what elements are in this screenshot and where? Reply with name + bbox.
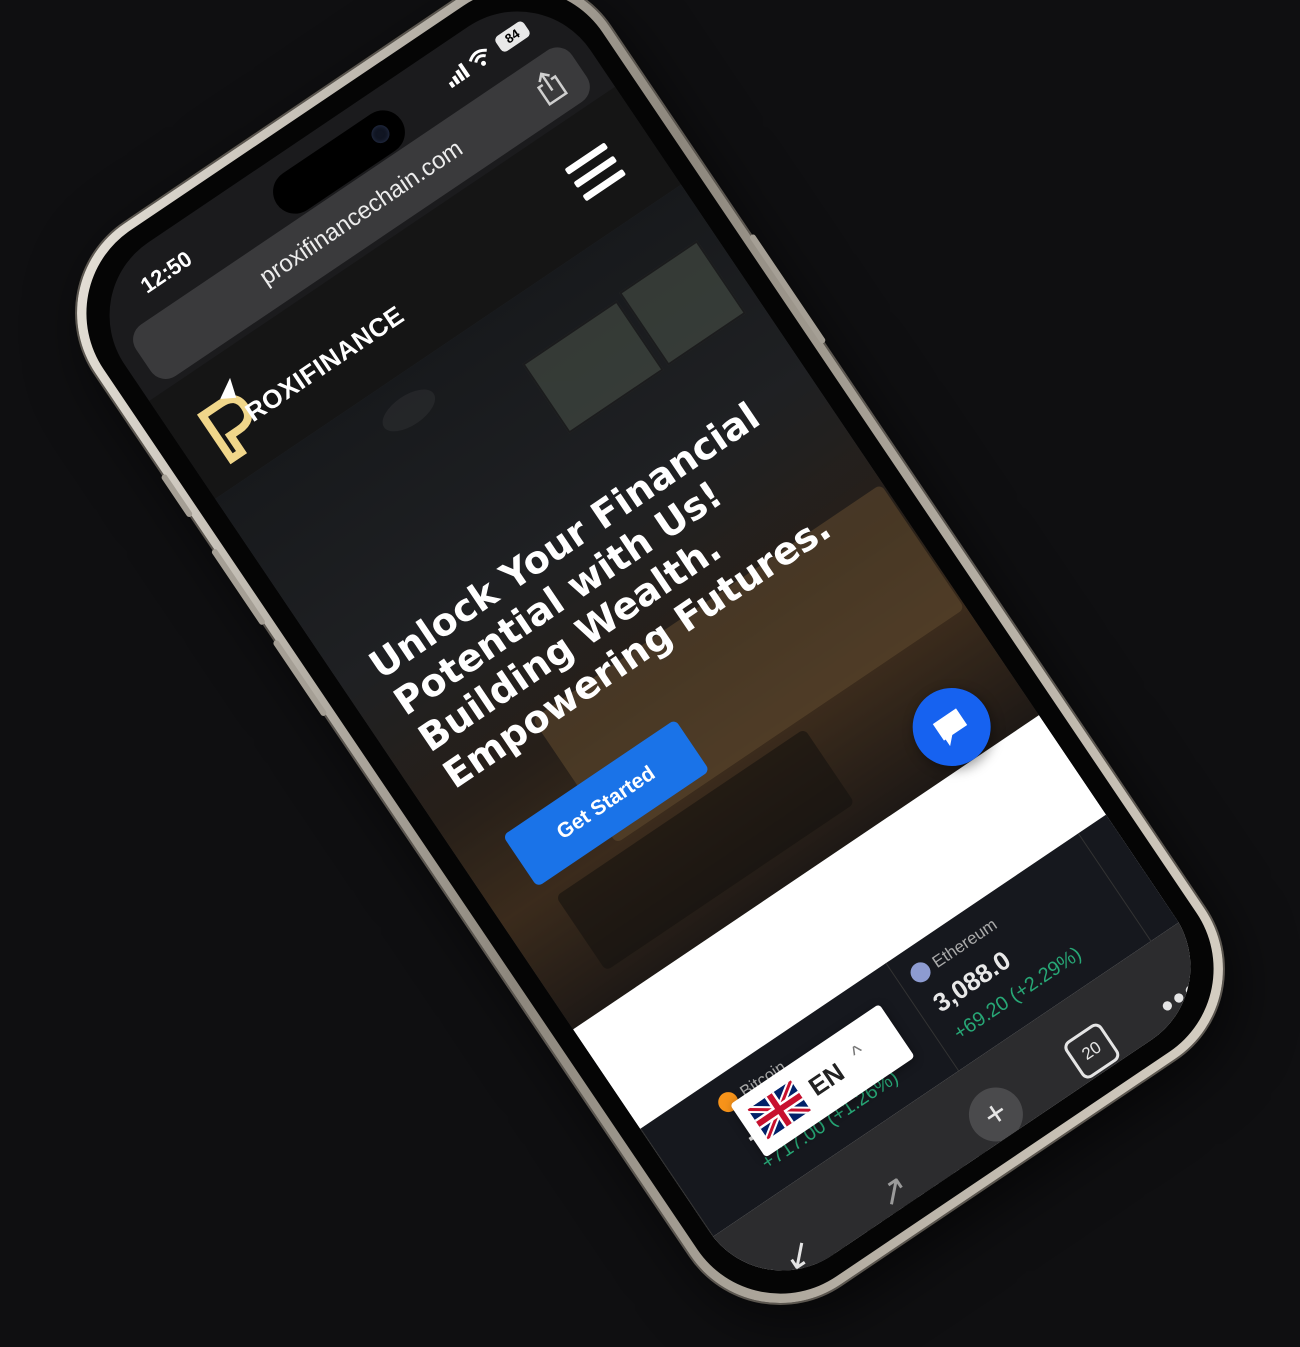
chevron-up-icon: ^ — [846, 1039, 870, 1066]
uk-flag-icon — [747, 1080, 811, 1140]
front-camera — [367, 121, 393, 147]
wifi-icon — [468, 48, 487, 66]
phone-mockup: 12:50 84 proxifinancechain.com ROXIFINAN… — [35, 0, 1265, 1345]
language-code: EN — [802, 1056, 850, 1102]
more-options-icon[interactable]: ••• — [1152, 970, 1208, 1026]
chat-bubble-icon — [932, 708, 968, 747]
ethereum-coin-icon — [906, 958, 935, 987]
home-indicator — [941, 1117, 1095, 1225]
hamburger-menu-icon[interactable] — [564, 142, 632, 209]
cellular-signal-icon — [448, 62, 471, 89]
back-arrow-icon[interactable]: ↙ — [774, 1229, 822, 1281]
phone-screen: 12:50 84 proxifinancechain.com ROXIFINAN… — [75, 0, 1225, 1305]
ticker-item-partial[interactable]: 0.09%) — [515, 1128, 714, 1305]
ticker-change: 0.09%) — [581, 1239, 647, 1293]
battery-icon: 84 — [493, 19, 532, 54]
phone-bezel: 12:50 84 proxifinancechain.com ROXIFINAN… — [47, 0, 1253, 1333]
status-time: 12:50 — [135, 245, 197, 299]
forward-arrow-icon[interactable]: ↗ — [869, 1165, 917, 1217]
new-tab-button[interactable]: + — [958, 1077, 1034, 1152]
tabs-count-icon[interactable]: 20 — [1061, 1020, 1123, 1082]
